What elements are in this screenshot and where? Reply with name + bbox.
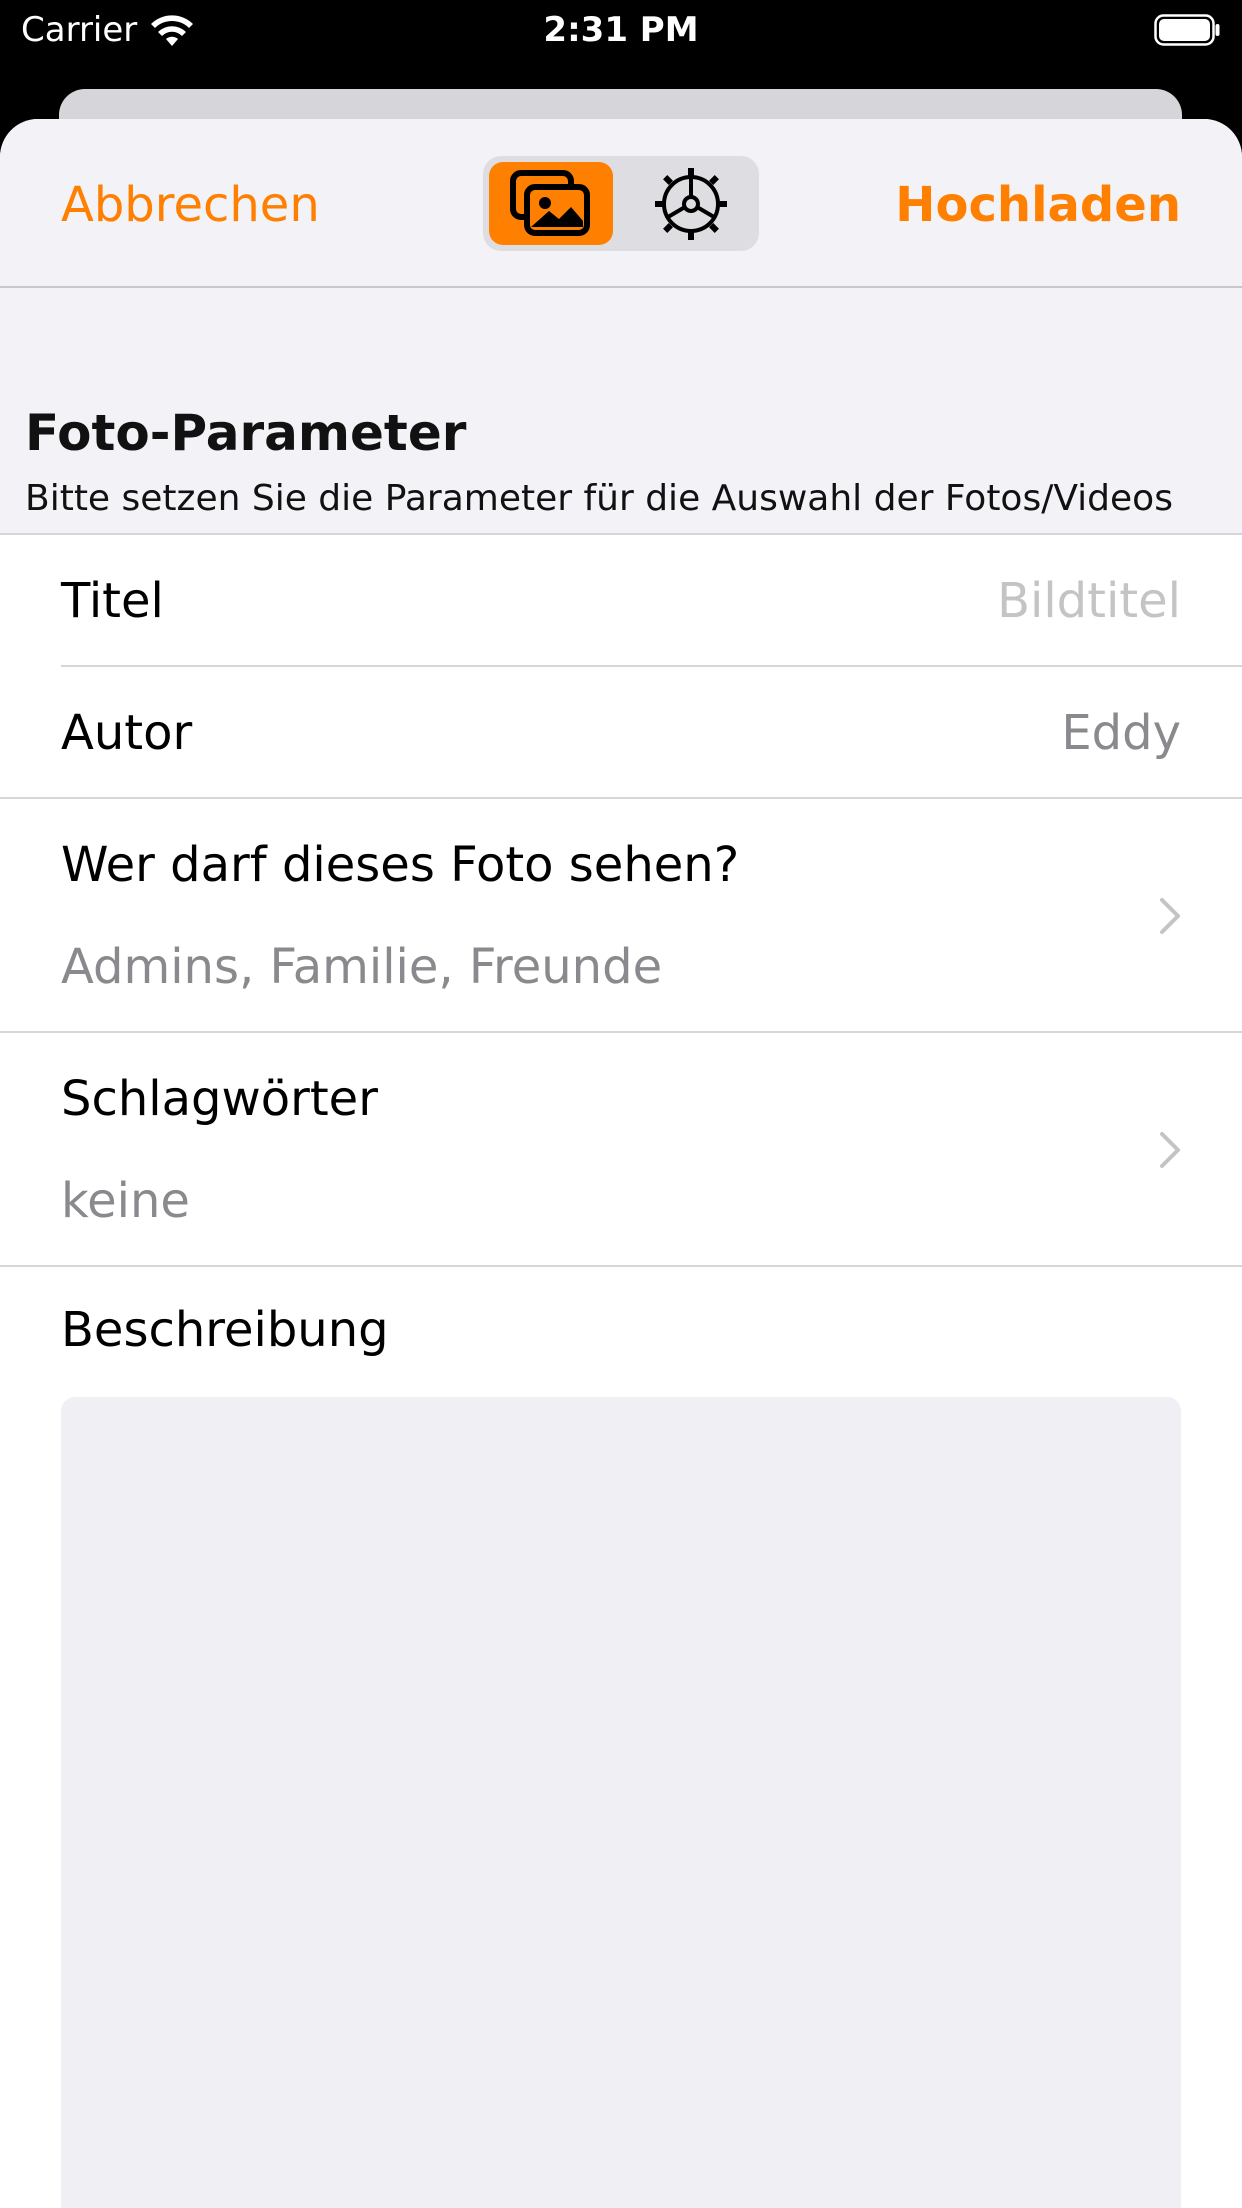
visibility-row[interactable]: Wer darf dieses Foto sehen? Admins, Fami… (0, 799, 1242, 1033)
title-row[interactable]: Titel Bildtitel (61, 535, 1242, 667)
gear-icon (655, 167, 727, 240)
title-input[interactable]: Bildtitel (997, 573, 1181, 629)
battery-icon (1154, 14, 1220, 46)
visibility-value: Admins, Familie, Freunde (61, 939, 663, 995)
visibility-label: Wer darf dieses Foto sehen? (61, 837, 740, 893)
chevron-right-icon (1160, 898, 1180, 934)
author-label: Autor (61, 705, 193, 761)
segment-settings[interactable] (629, 162, 753, 245)
status-bar: Carrier 2:31 PM (0, 0, 1242, 62)
tags-label: Schlagwörter (61, 1071, 378, 1127)
navigation-bar: Abbrechen Hochladen (0, 119, 1242, 288)
description-textarea[interactable] (61, 1397, 1181, 2208)
description-label: Beschreibung (61, 1302, 389, 1358)
clock: 2:31 PM (543, 10, 699, 50)
upload-button[interactable]: Hochladen (895, 177, 1181, 233)
tags-row[interactable]: Schlagwörter keine (0, 1033, 1242, 1267)
author-row[interactable]: Autor Eddy (0, 667, 1242, 799)
section-header: Foto-Parameter Bitte setzen Sie die Para… (25, 404, 1225, 519)
tags-value: keine (61, 1173, 190, 1229)
photos-icon (510, 169, 590, 236)
cancel-button[interactable]: Abbrechen (61, 177, 320, 233)
photo-parameters-form: Titel Bildtitel Autor Eddy Wer darf dies… (0, 533, 1242, 2208)
chevron-right-icon (1160, 1132, 1180, 1168)
title-label: Titel (61, 573, 164, 629)
section-title: Foto-Parameter (25, 404, 467, 462)
mode-segmented-control (483, 156, 759, 251)
author-input[interactable]: Eddy (1061, 705, 1181, 761)
section-subtitle: Bitte setzen Sie die Parameter für die A… (25, 478, 1173, 519)
upload-sheet: Abbrechen Hochladen Foto-Parameter Bitte… (0, 119, 1242, 2208)
segment-photos[interactable] (489, 162, 613, 245)
